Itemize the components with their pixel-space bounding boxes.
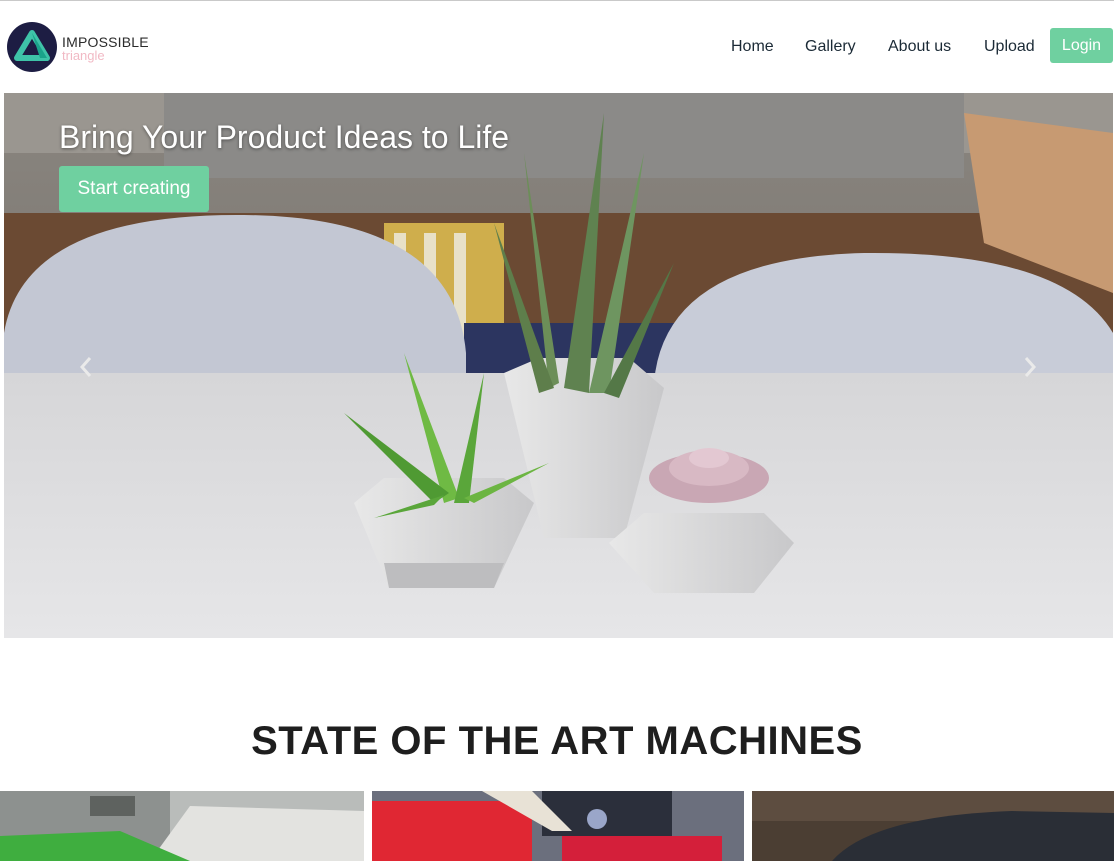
nav-home[interactable]: Home bbox=[731, 38, 774, 56]
section-title: STATE OF THE ART MACHINES bbox=[251, 719, 863, 764]
machine-image-2[interactable] bbox=[372, 791, 744, 861]
chevron-right-icon[interactable] bbox=[1018, 353, 1042, 381]
hero-title: Bring Your Product Ideas to Life bbox=[59, 119, 510, 155]
machine-image-1[interactable] bbox=[0, 791, 364, 861]
impossible-triangle-icon[interactable] bbox=[7, 22, 57, 72]
machine-image-3[interactable] bbox=[752, 791, 1114, 861]
start-creating-button[interactable]: Start creating bbox=[59, 166, 209, 212]
chevron-left-icon[interactable] bbox=[74, 353, 98, 381]
brand-tagline[interactable]: triangle bbox=[62, 48, 105, 63]
hero-carousel: Bring Your Product Ideas to Life Start c… bbox=[4, 93, 1113, 638]
nav-upload[interactable]: Upload bbox=[984, 38, 1035, 56]
nav-about-us[interactable]: About us bbox=[888, 38, 951, 56]
navbar: IMPOSSIBLE triangle Home Gallery About u… bbox=[0, 1, 1114, 92]
nav-gallery[interactable]: Gallery bbox=[805, 38, 856, 56]
login-button[interactable]: Login bbox=[1050, 28, 1113, 63]
